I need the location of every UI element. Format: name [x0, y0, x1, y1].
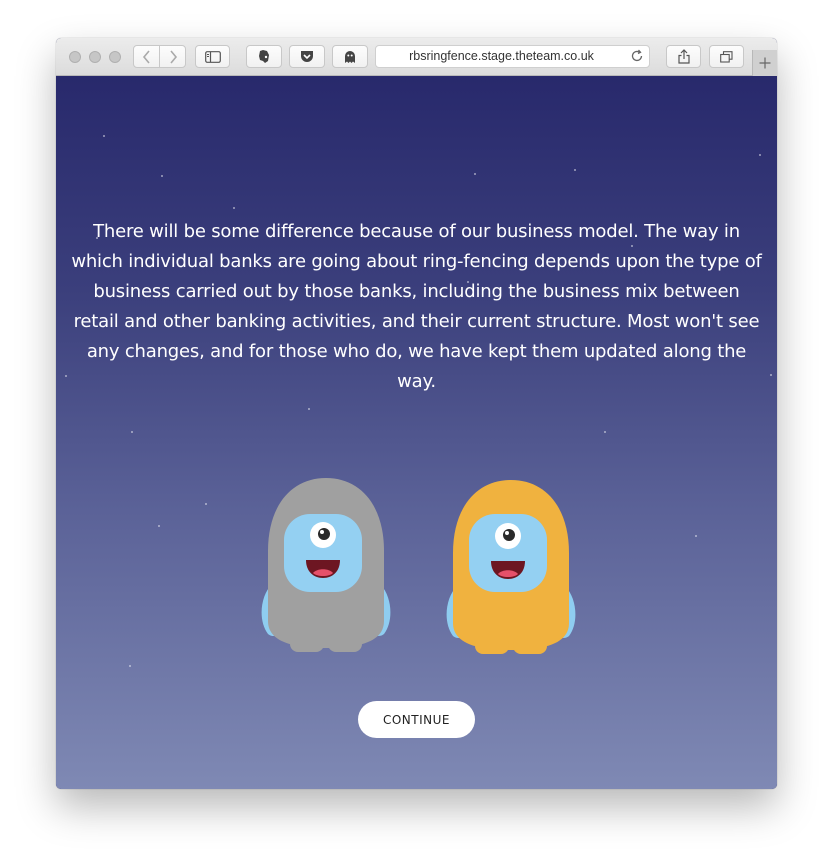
pocket-icon	[301, 51, 313, 62]
star	[131, 431, 133, 433]
star	[604, 431, 606, 433]
star	[158, 525, 160, 527]
star	[233, 207, 235, 209]
pocket-extension-button[interactable]	[289, 45, 325, 68]
new-tab-icon	[759, 57, 771, 69]
ringfence-message: There will be some difference because of…	[71, 221, 762, 392]
star	[205, 503, 207, 505]
close-window-button[interactable]	[69, 51, 81, 63]
zoom-window-button[interactable]	[109, 51, 121, 63]
star	[574, 169, 576, 171]
address-bar[interactable]: rbsringfence.stage.theteam.co.uk	[375, 45, 650, 68]
star	[129, 665, 131, 667]
evernote-extension-button[interactable]	[246, 45, 282, 68]
back-button[interactable]	[134, 46, 160, 67]
forward-icon	[169, 49, 177, 64]
star	[770, 374, 772, 376]
minimize-window-button[interactable]	[89, 51, 101, 63]
grey-monster-illustration	[261, 478, 391, 652]
star	[759, 154, 761, 156]
sidebar-button[interactable]	[195, 45, 230, 68]
share-icon	[677, 49, 690, 64]
back-icon	[142, 49, 150, 64]
star	[103, 135, 105, 137]
sidebar-icon	[204, 50, 221, 63]
reload-icon[interactable]	[629, 48, 645, 64]
star	[308, 408, 310, 410]
share-button[interactable]	[666, 45, 701, 68]
star	[695, 535, 697, 537]
orange-monster-illustration	[446, 480, 576, 654]
page-content: There will be some difference because of…	[56, 76, 777, 789]
evernote-icon	[259, 50, 269, 63]
ghostery-extension-button[interactable]	[332, 45, 368, 68]
star	[161, 175, 163, 177]
nav-buttons	[133, 45, 186, 68]
forward-button[interactable]	[160, 46, 185, 67]
address-bar-url: rbsringfence.stage.theteam.co.uk	[409, 49, 594, 63]
browser-window: rbsringfence.stage.theteam.co.uk There w…	[56, 38, 777, 789]
star	[474, 173, 476, 175]
show-tabs-button[interactable]	[709, 45, 744, 68]
ghostery-icon	[345, 51, 355, 63]
browser-toolbar: rbsringfence.stage.theteam.co.uk	[56, 38, 777, 76]
continue-button[interactable]: CONTINUE	[358, 701, 475, 738]
tabs-icon	[720, 50, 733, 63]
star	[65, 375, 67, 377]
new-tab-button[interactable]	[752, 50, 777, 76]
